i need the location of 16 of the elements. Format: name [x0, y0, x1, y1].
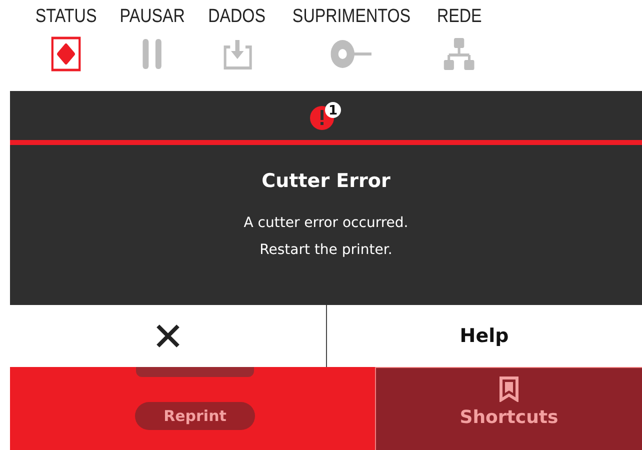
- toolbar-tab[interactable]: SUPRIMENTOS: [292, 0, 412, 91]
- toolbar-tab[interactable]: STATUS: [35, 0, 97, 91]
- bookmark-icon: [498, 376, 520, 402]
- dialog-title: Cutter Error: [262, 169, 390, 194]
- shortcuts-label: Shortcuts: [460, 406, 558, 430]
- reprint-button[interactable]: Reprint: [135, 402, 255, 430]
- dialog-message: A cutter error occurred.: [244, 214, 408, 232]
- toolbar-tab[interactable]: PAUSAR: [120, 0, 186, 91]
- shortcuts-tile[interactable]: Shortcuts: [375, 367, 642, 450]
- dialog-message: Restart the printer.: [258, 240, 394, 260]
- toolbar-tab[interactable]: REDE: [437, 0, 482, 91]
- toolbar-tab[interactable]: DADOS: [208, 0, 266, 91]
- alert-count: 1: [328, 103, 338, 118]
- status-icon: [50, 36, 82, 72]
- network-icon: [444, 36, 476, 72]
- close-icon: [154, 323, 181, 349]
